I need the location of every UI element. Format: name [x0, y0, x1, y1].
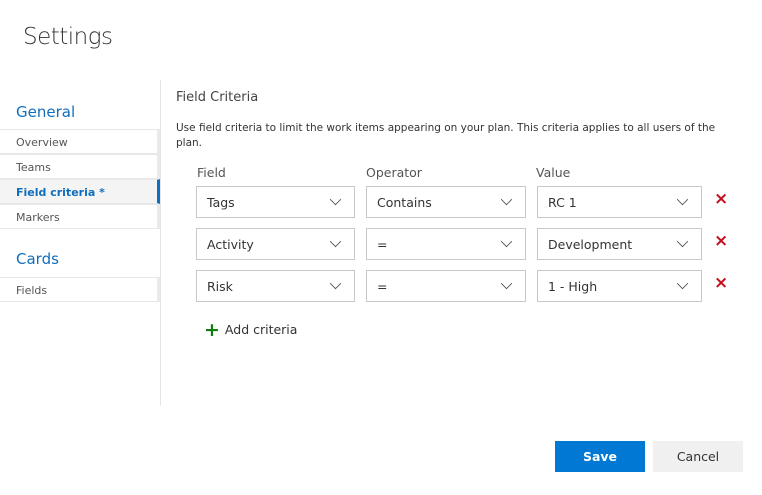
value-value: Development	[548, 237, 633, 252]
field-value: Risk	[207, 279, 233, 294]
field-value: Activity	[207, 237, 254, 252]
sidebar-item-field-criteria[interactable]: Field criteria *	[0, 179, 160, 204]
section-heading: Field Criteria	[176, 90, 259, 105]
add-criteria-button[interactable]: + Add criteria	[204, 319, 297, 341]
value-dropdown[interactable]: Development	[537, 228, 702, 260]
sidebar-item-markers[interactable]: Markers	[0, 204, 160, 229]
delete-criteria-icon[interactable]: ×	[714, 273, 728, 293]
chevron-down-icon	[500, 193, 513, 206]
field-value: Tags	[207, 195, 235, 210]
delete-criteria-icon[interactable]: ×	[714, 231, 728, 251]
field-dropdown[interactable]: Activity	[196, 228, 355, 260]
chevron-down-icon	[676, 193, 689, 206]
section-general: General	[16, 103, 76, 121]
divider	[160, 80, 161, 406]
value-value: RC 1	[548, 195, 577, 210]
value-value: 1 - High	[548, 279, 598, 294]
operator-dropdown[interactable]: Contains	[366, 186, 526, 218]
cancel-button[interactable]: Cancel	[653, 441, 743, 472]
column-header-operator: Operator	[366, 165, 422, 180]
chevron-down-icon	[329, 193, 342, 206]
field-dropdown[interactable]: Tags	[196, 186, 355, 218]
operator-value: =	[377, 237, 388, 252]
sidebar-item-fields[interactable]: Fields	[0, 277, 160, 302]
chevron-down-icon	[500, 277, 513, 290]
operator-value: Contains	[377, 195, 432, 210]
operator-value: =	[377, 279, 388, 294]
column-header-field: Field	[197, 165, 226, 180]
chevron-down-icon	[329, 277, 342, 290]
value-dropdown[interactable]: 1 - High	[537, 270, 702, 302]
save-button[interactable]: Save	[555, 441, 645, 472]
column-header-value: Value	[536, 165, 571, 180]
operator-dropdown[interactable]: =	[366, 228, 526, 260]
value-dropdown[interactable]: RC 1	[537, 186, 702, 218]
page-title: Settings	[23, 24, 113, 50]
field-dropdown[interactable]: Risk	[196, 270, 355, 302]
plus-icon: +	[204, 319, 220, 341]
operator-dropdown[interactable]: =	[366, 270, 526, 302]
delete-criteria-icon[interactable]: ×	[714, 189, 728, 209]
add-criteria-label: Add criteria	[224, 322, 298, 337]
section-cards: Cards	[16, 250, 59, 268]
chevron-down-icon	[676, 277, 689, 290]
chevron-down-icon	[676, 235, 689, 248]
chevron-down-icon	[329, 235, 342, 248]
description: Use field criteria to limit the work ite…	[176, 122, 716, 149]
sidebar-item-teams[interactable]: Teams	[0, 154, 160, 179]
sidebar-item-overview[interactable]: Overview	[0, 129, 160, 154]
chevron-down-icon	[500, 235, 513, 248]
